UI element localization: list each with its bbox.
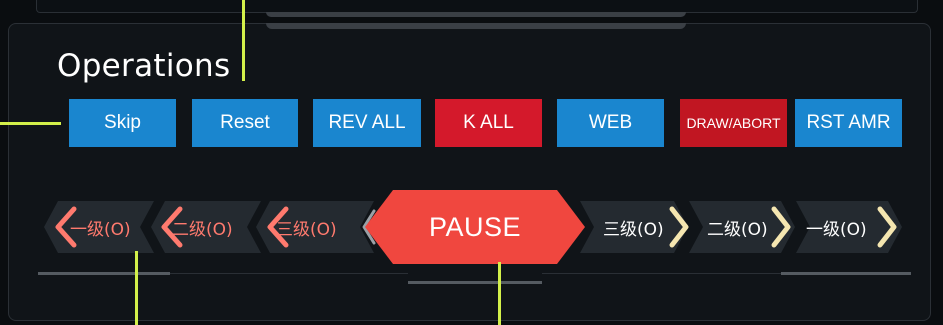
upper-panel-tab xyxy=(266,12,686,17)
callout-line-levels xyxy=(135,251,138,325)
k-all-button[interactable]: K ALL xyxy=(435,99,542,147)
baseline-center xyxy=(408,281,542,284)
baseline-right xyxy=(781,272,911,275)
draw-abort-button[interactable]: DRAW/ABORT xyxy=(680,99,787,147)
pause-button[interactable]: PAUSE xyxy=(365,190,585,264)
chevron-right-icon xyxy=(669,206,689,248)
callout-line-pause xyxy=(498,262,501,325)
left-level-1-label: 一级(O) xyxy=(70,219,131,240)
operations-title: Operations xyxy=(57,48,231,84)
chevron-right-icon xyxy=(877,206,897,248)
left-level-3-label: 三级(O) xyxy=(276,219,337,240)
skip-button[interactable]: Skip xyxy=(69,99,176,147)
chevron-right-icon xyxy=(771,206,791,248)
callout-line-reset xyxy=(242,0,245,81)
panel-tab xyxy=(266,23,686,29)
baseline-connector-left xyxy=(170,273,408,274)
web-button[interactable]: WEB xyxy=(557,99,664,147)
rst-amr-button[interactable]: RST AMR xyxy=(795,99,902,147)
left-level-2-label: 二级(O) xyxy=(172,219,233,240)
reset-button[interactable]: Reset xyxy=(192,99,298,147)
callout-line-skip xyxy=(0,122,61,125)
rev-all-button[interactable]: REV ALL xyxy=(313,99,421,147)
right-chevron-arrows xyxy=(669,206,897,248)
baseline-left xyxy=(38,272,170,275)
baseline-connector-right xyxy=(542,273,781,274)
